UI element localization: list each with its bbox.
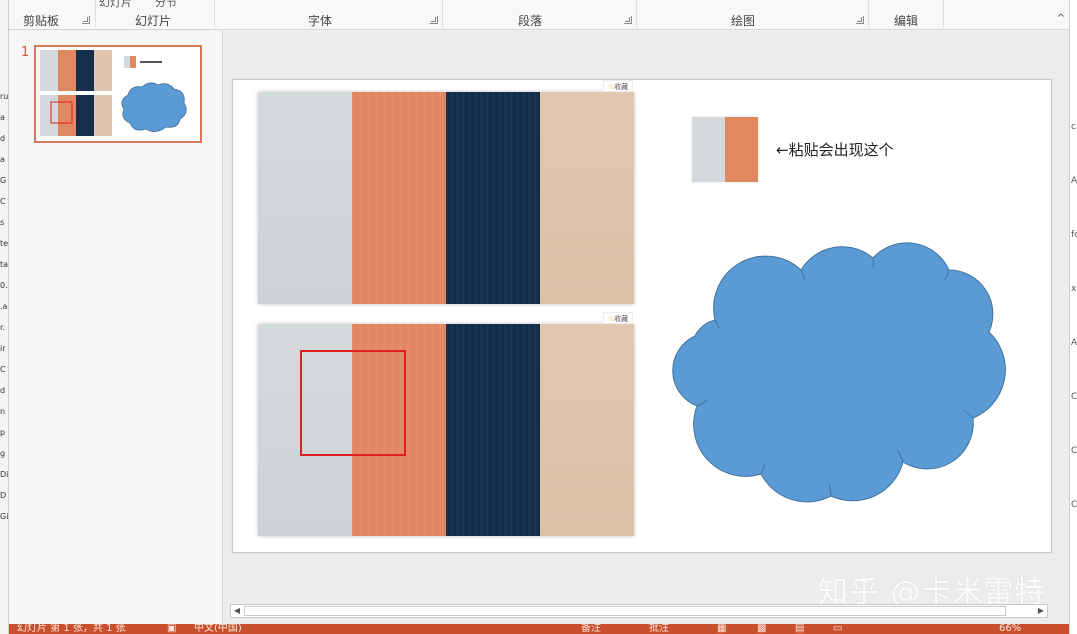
ribbon-separator	[214, 0, 215, 28]
drawing-launcher-icon[interactable]	[856, 16, 864, 24]
cloud-shape[interactable]	[659, 228, 1023, 506]
background-text-fragment: xi	[1071, 284, 1077, 294]
background-text-fragment: G	[0, 176, 7, 185]
pasted-stripe-gray	[692, 117, 725, 182]
stripe-navy	[446, 324, 540, 536]
background-text-fragment: C	[1071, 392, 1077, 402]
group-label-clipboard: 剪贴板	[23, 14, 60, 28]
background-text-fragment: a	[0, 155, 5, 164]
slide-thumbnail[interactable]	[34, 45, 202, 143]
background-window-right-edge: c Afc xi A C C C	[1069, 0, 1077, 634]
background-text-fragment: c	[1071, 122, 1076, 132]
section-button-label[interactable]: 分节	[155, 0, 177, 10]
stripe-orange	[352, 92, 446, 304]
background-window-left-edge: ru a d a G Cs te ta 0. .a r. ir Cd n p g Di D Gi	[0, 0, 9, 634]
background-text-fragment: C	[1071, 500, 1077, 510]
background-text-fragment: n	[0, 407, 6, 416]
background-text-fragment: ta	[0, 260, 9, 269]
background-text-fragment: 0.	[0, 281, 8, 290]
slide-sorter-icon[interactable]: ▩	[757, 624, 766, 634]
paste-caption-text[interactable]: ←粘贴会出现这个	[776, 139, 894, 160]
slide-editing-area: ☆收藏 ☆收藏 ←粘贴会出现这个 知乎 @卡米雷特 ◀ ▶	[224, 31, 1069, 624]
background-text-fragment: C	[0, 365, 6, 374]
paragraph-launcher-icon[interactable]	[624, 16, 632, 24]
background-text-fragment: p	[0, 428, 6, 437]
thumb-cloud-shape	[121, 82, 187, 132]
background-text-fragment: ru	[0, 92, 9, 101]
new-slide-button-label[interactable]: 幻灯片	[99, 0, 132, 10]
group-label-font: 字体	[308, 14, 333, 28]
background-text-fragment: g	[0, 449, 6, 458]
scroll-right-icon[interactable]: ▶	[1035, 605, 1047, 617]
language-status[interactable]: 中文(中国)	[194, 624, 242, 634]
group-label-slides: 幻灯片	[135, 14, 172, 28]
background-text-fragment: fc	[1071, 230, 1077, 240]
selection-rectangle[interactable]	[300, 350, 406, 456]
slide-number: 1	[21, 45, 30, 60]
scrollbar-thumb[interactable]	[244, 606, 1006, 616]
status-bar: 幻灯片 第 1 张，共 1 张 ▣ 中文(中国) 备注 批注 ▦ ▩ ▤ ▭ 6…	[9, 624, 1069, 634]
comments-button[interactable]: 批注	[649, 624, 669, 634]
ribbon-separator	[636, 0, 637, 28]
background-text-fragment: a	[0, 113, 5, 122]
background-text-fragment: s	[0, 218, 5, 227]
background-text-fragment: D	[0, 491, 7, 500]
clipboard-launcher-icon[interactable]	[82, 16, 90, 24]
background-text-fragment: Di	[0, 470, 9, 479]
ribbon: 幻灯片 分节 剪贴板 幻灯片 字体 段落 绘图 编辑 ^	[9, 0, 1069, 30]
scroll-left-icon[interactable]: ◀	[231, 605, 243, 617]
thumb-photo-bottom	[40, 95, 112, 136]
thumb-photo-top	[40, 50, 112, 91]
collapse-ribbon-icon[interactable]: ^	[1054, 12, 1068, 26]
notes-button[interactable]: 备注	[581, 624, 601, 634]
slide-count-status: 幻灯片 第 1 张，共 1 张	[17, 624, 126, 634]
spellcheck-icon[interactable]: ▣	[167, 624, 176, 634]
background-text-fragment: Gi	[0, 512, 9, 521]
reading-view-icon[interactable]: ▤	[795, 624, 804, 634]
background-text-fragment: d	[0, 134, 6, 143]
zoom-level[interactable]: 66%	[999, 624, 1021, 634]
group-label-paragraph: 段落	[518, 14, 543, 28]
pasted-image[interactable]	[692, 117, 758, 182]
stripe-gray	[258, 92, 352, 304]
background-text-fragment: .a	[0, 302, 8, 311]
ribbon-separator	[95, 0, 96, 28]
pasted-stripe-orange	[725, 117, 758, 182]
group-label-drawing: 绘图	[731, 14, 756, 28]
font-launcher-icon[interactable]	[430, 16, 438, 24]
favorite-tag-bottom[interactable]: ☆收藏	[603, 312, 633, 324]
normal-view-icon[interactable]: ▦	[717, 624, 726, 634]
favorite-tag-label: 收藏	[614, 83, 629, 91]
background-text-fragment: C	[1071, 446, 1077, 456]
slide-thumbnail-pane: 1	[9, 31, 223, 624]
ribbon-separator	[943, 0, 944, 28]
background-text-fragment: te	[0, 239, 9, 248]
background-text-fragment: A	[1071, 176, 1077, 186]
horizontal-scrollbar[interactable]: ◀ ▶	[230, 604, 1048, 618]
stripe-beige	[540, 324, 634, 536]
slideshow-icon[interactable]: ▭	[833, 624, 842, 634]
background-text-fragment: d	[0, 386, 6, 395]
background-text-fragment: ir	[0, 344, 6, 353]
ribbon-separator	[442, 0, 443, 28]
slide-canvas[interactable]: ☆收藏 ☆收藏 ←粘贴会出现这个	[232, 79, 1052, 553]
background-text-fragment: A	[1071, 338, 1077, 348]
stripe-beige	[540, 92, 634, 304]
favorite-tag-label: 收藏	[614, 315, 629, 323]
slide-thumbnail-preview	[40, 50, 187, 136]
group-label-editing: 编辑	[894, 14, 919, 28]
stripe-photo-top[interactable]	[258, 92, 634, 304]
ribbon-separator	[868, 0, 869, 28]
background-text-fragment: r.	[0, 323, 6, 332]
favorite-tag-top[interactable]: ☆收藏	[603, 80, 633, 92]
stripe-navy	[446, 92, 540, 304]
background-text-fragment: C	[0, 197, 6, 206]
